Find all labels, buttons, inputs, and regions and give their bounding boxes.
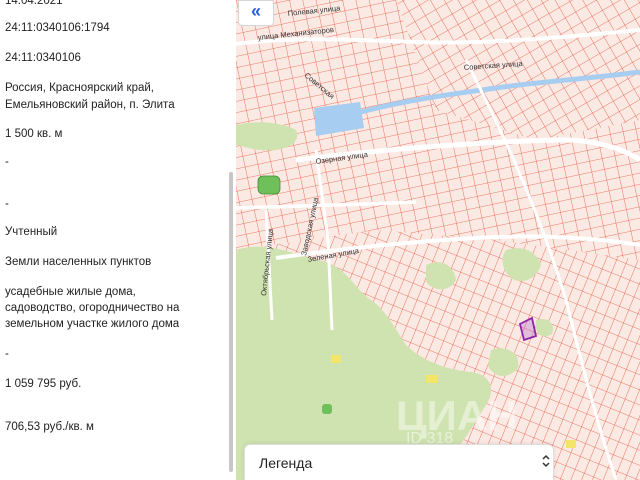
double-chevron-left-icon: «: [250, 1, 261, 21]
yellow-plot-3: [331, 355, 341, 363]
price-per-meter: 706,53 руб./кв. м: [5, 421, 94, 433]
small-green-plot: [322, 404, 332, 414]
empty-value-3: -: [5, 348, 9, 360]
cadastral-quarter: 24:11:0340106: [5, 52, 81, 64]
cadastral-map[interactable]: Полевая улица улица Механизаторов Советс…: [236, 0, 640, 480]
land-category: Земли населенных пунктов: [5, 256, 152, 268]
cadastral-number: 24:11:0340106:1794: [5, 22, 110, 34]
address-line-1: Россия, Красноярский край,: [5, 82, 154, 94]
empty-value-2: -: [5, 198, 9, 210]
collapse-panel-button[interactable]: «: [238, 0, 274, 26]
status-value: Учтенный: [5, 226, 58, 238]
permitted-use-line-1: усадебные жилые дома,: [5, 286, 136, 298]
empty-value-1: -: [5, 156, 9, 168]
permitted-use-line-3: земельном участке жилого дома: [5, 318, 180, 330]
permitted-use-line-2: садоводство, огородничество на: [5, 302, 180, 314]
park-plot: [257, 175, 281, 195]
registration-date: 14.04.2021: [5, 0, 63, 7]
legend-label: Легенда: [259, 455, 313, 471]
area-value: 1 500 кв. м: [5, 128, 63, 140]
panel-scrollbar[interactable]: [229, 172, 233, 472]
address-line-2: Емельяновский район, п. Элита: [5, 99, 175, 111]
cadastral-value: 1 059 795 руб.: [5, 378, 82, 390]
yellow-plot-1: [426, 375, 438, 383]
yellow-plot-2: [566, 440, 576, 448]
legend-dropdown[interactable]: Легенда: [244, 444, 554, 480]
parcel-info-panel: 14.04.2021 24:11:0340106:1794 24:11:0340…: [0, 0, 237, 480]
